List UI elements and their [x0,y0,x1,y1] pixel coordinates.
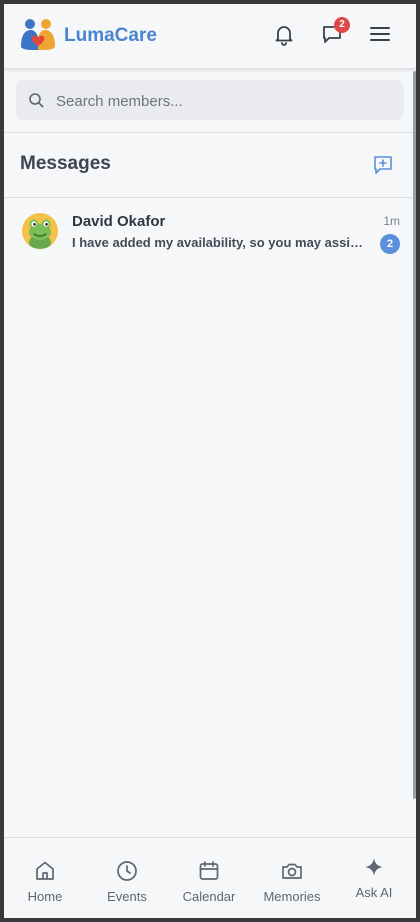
app-frame: LumaCare 2 Messages [4,4,416,918]
hamburger-menu-icon[interactable] [368,22,392,46]
clock-icon [117,861,137,881]
nav-events[interactable]: Events [86,838,168,918]
nav-label: Ask AI [355,885,393,900]
home-icon [36,861,54,880]
conversation-name: David Okafor [72,213,166,230]
nav-home[interactable]: Home [4,838,86,918]
conversation-row[interactable]: David Okafor I have added my availabilit… [4,204,416,268]
unread-count-badge: 2 [380,234,400,254]
calendar-icon [199,861,219,880]
nav-label: Calendar [182,889,236,904]
scrollbar[interactable] [413,71,416,799]
lumacare-logo-icon[interactable] [19,17,57,51]
top-bar: LumaCare 2 [4,4,416,69]
bottom-nav: Home Events Calendar Memories Ask AI [4,837,416,918]
nav-calendar[interactable]: Calendar [168,838,250,918]
search-icon [29,93,44,108]
sparkle-icon [365,858,383,876]
camera-icon [282,863,302,879]
bell-icon[interactable] [272,22,296,46]
conversation-preview: I have added my availability, so you may… [72,235,368,250]
brand-name[interactable]: LumaCare [64,25,157,47]
nav-memories[interactable]: Memories [251,838,333,918]
divider [4,197,416,198]
nav-label: Home [27,889,63,904]
divider [4,132,416,133]
messages-title: Messages [20,153,111,174]
nav-ask-ai[interactable]: Ask AI [333,838,415,918]
conversation-time: 1m [383,214,400,228]
frog-avatar-icon [22,213,58,249]
avatar [22,213,58,249]
nav-label: Events [107,889,147,904]
chat-unread-badge: 2 [334,17,350,33]
new-message-icon[interactable] [372,154,394,176]
search-input[interactable] [54,80,398,122]
nav-label: Memories [263,889,321,904]
search-bar[interactable] [16,80,404,122]
